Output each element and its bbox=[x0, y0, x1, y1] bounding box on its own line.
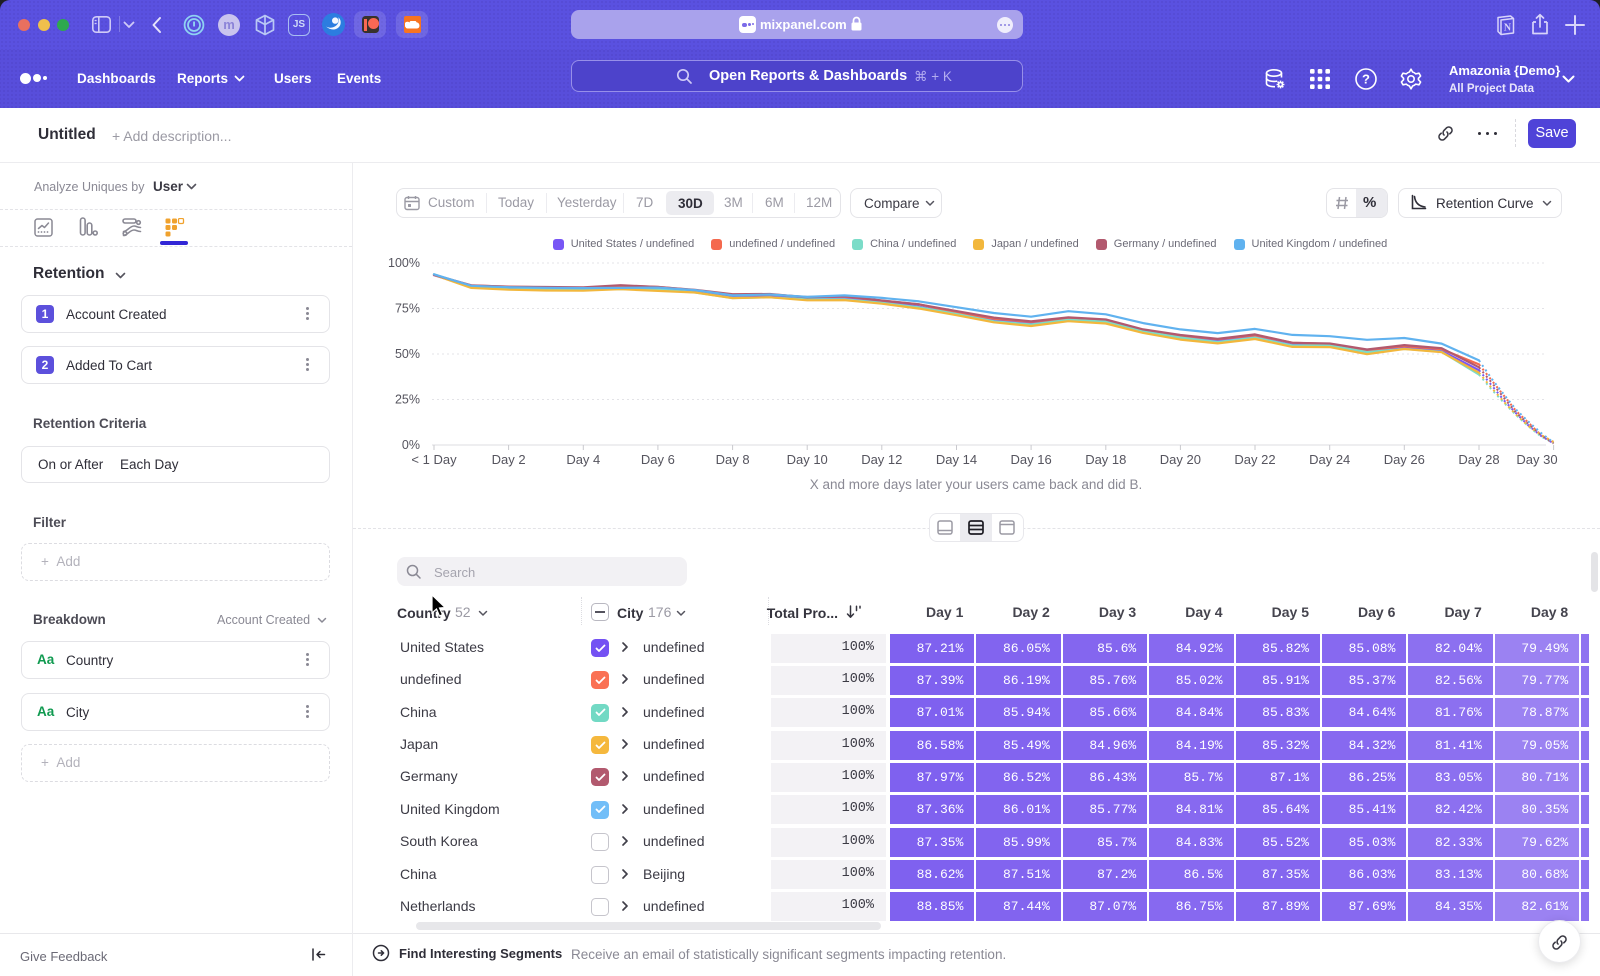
svg-text:Day 6: Day 6 bbox=[641, 452, 675, 467]
svg-text:< 1 Day: < 1 Day bbox=[411, 452, 457, 467]
svg-text:Day 28: Day 28 bbox=[1458, 452, 1499, 467]
svg-text:25%: 25% bbox=[395, 393, 420, 407]
svg-text:100%: 100% bbox=[388, 256, 420, 270]
svg-text:Day 12: Day 12 bbox=[861, 452, 902, 467]
svg-text:Day 2: Day 2 bbox=[492, 452, 526, 467]
svg-text:Day 22: Day 22 bbox=[1234, 452, 1275, 467]
svg-text:Day 20: Day 20 bbox=[1160, 452, 1201, 467]
svg-text:Day 26: Day 26 bbox=[1384, 452, 1425, 467]
svg-text:Day 24: Day 24 bbox=[1309, 452, 1350, 467]
svg-text:Day 4: Day 4 bbox=[566, 452, 600, 467]
svg-text:Day 30: Day 30 bbox=[1516, 452, 1557, 467]
svg-text:Day 14: Day 14 bbox=[936, 452, 977, 467]
svg-text:0%: 0% bbox=[402, 438, 420, 452]
svg-text:Day 8: Day 8 bbox=[716, 452, 750, 467]
svg-text:75%: 75% bbox=[395, 302, 420, 316]
svg-text:Day 18: Day 18 bbox=[1085, 452, 1126, 467]
svg-text:Day 16: Day 16 bbox=[1010, 452, 1051, 467]
svg-text:50%: 50% bbox=[395, 347, 420, 361]
svg-text:Day 10: Day 10 bbox=[787, 452, 828, 467]
